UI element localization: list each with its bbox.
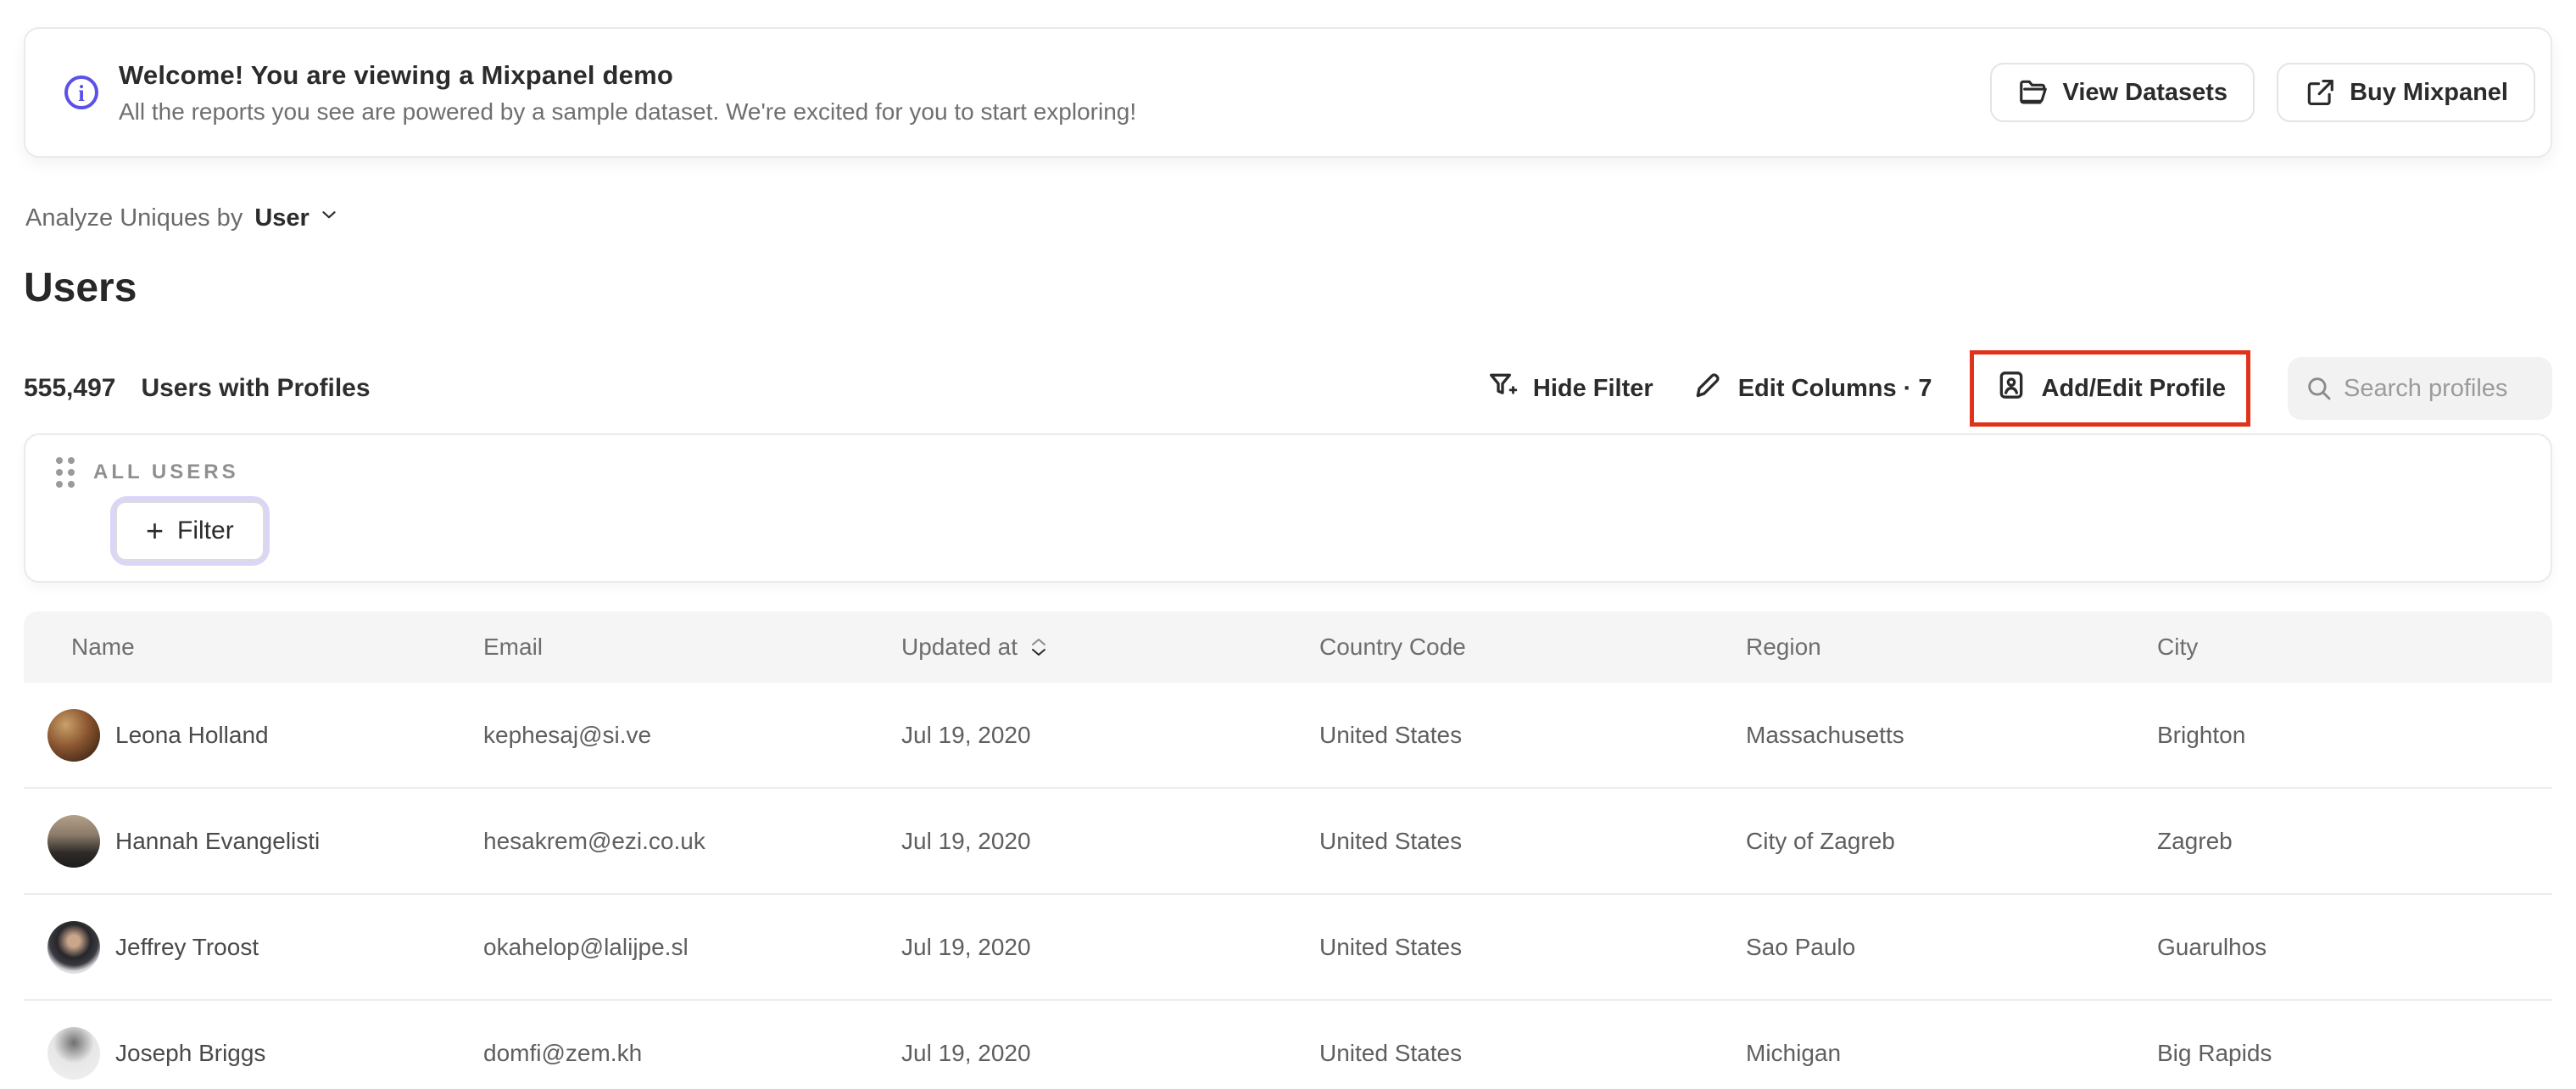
- user-country: United States: [1319, 1039, 1463, 1066]
- user-name: Hannah Evangelisti: [115, 827, 321, 854]
- profile-count-summary: 555,497 Users with Profiles: [24, 374, 371, 403]
- user-region: Sao Paulo: [1746, 933, 1856, 960]
- user-email: kephesaj@si.ve: [483, 721, 652, 748]
- avatar: [47, 1026, 100, 1080]
- user-email: hesakrem@ezi.co.uk: [483, 827, 705, 854]
- table-row[interactable]: Jeffrey Troost okahelop@lalijpe.sl Jul 1…: [24, 895, 2552, 1001]
- user-updated-at: Jul 19, 2020: [901, 827, 1031, 854]
- pencil-icon: [1691, 368, 1725, 409]
- user-city: Brighton: [2157, 721, 2246, 748]
- banner-title: Welcome! You are viewing a Mixpanel demo: [119, 59, 674, 90]
- user-country: United States: [1319, 827, 1463, 854]
- add-filter-button[interactable]: + Filter: [115, 501, 265, 561]
- table-row[interactable]: Joseph Briggs domfi@zem.kh Jul 19, 2020 …: [24, 1001, 2552, 1089]
- analyze-uniques-row: Analyze Uniques by User: [25, 204, 2576, 232]
- user-city: Zagreb: [2157, 827, 2233, 854]
- column-header-name[interactable]: Name: [24, 634, 483, 661]
- column-header-country-code[interactable]: Country Code: [1319, 634, 1746, 661]
- plus-icon: +: [146, 513, 164, 548]
- user-updated-at: Jul 19, 2020: [901, 721, 1031, 748]
- user-country: United States: [1319, 721, 1463, 748]
- buy-mixpanel-button[interactable]: Buy Mixpanel: [2277, 63, 2535, 122]
- avatar: [47, 814, 100, 868]
- column-header-email[interactable]: Email: [483, 634, 901, 661]
- demo-banner: i Welcome! You are viewing a Mixpanel de…: [24, 27, 2552, 158]
- chevron-down-icon[interactable]: [309, 204, 340, 232]
- add-edit-profile-label: Add/Edit Profile: [2041, 374, 2227, 402]
- banner-subtitle: All the reports you see are powered by a…: [119, 98, 1137, 125]
- user-region: Massachusetts: [1746, 721, 1904, 748]
- user-updated-at: Jul 19, 2020: [901, 1039, 1031, 1066]
- table-header-row: Name Email Updated at Country Code Regio…: [24, 612, 2552, 683]
- column-header-region[interactable]: Region: [1746, 634, 2157, 661]
- user-country: United States: [1319, 933, 1463, 960]
- edit-columns-button[interactable]: Edit Columns · 7: [1691, 368, 1932, 409]
- avatar: [47, 708, 100, 762]
- table-row[interactable]: Hannah Evangelisti hesakrem@ezi.co.uk Ju…: [24, 789, 2552, 895]
- view-datasets-label: View Datasets: [2062, 78, 2228, 106]
- column-header-updated-at[interactable]: Updated at: [901, 634, 1319, 661]
- analyze-uniques-selector[interactable]: User: [254, 204, 309, 232]
- table-toolbar: Hide Filter Edit Columns · 7 Add/Edit Pr…: [1486, 350, 2552, 427]
- user-city: Big Rapids: [2157, 1039, 2272, 1066]
- avatar: [47, 920, 100, 974]
- hide-filter-label: Hide Filter: [1532, 374, 1653, 402]
- sort-icon[interactable]: [1031, 637, 1046, 657]
- banner-text: Welcome! You are viewing a Mixpanel demo…: [119, 60, 1990, 126]
- drag-handle-icon[interactable]: [56, 457, 75, 488]
- edit-columns-label: Edit Columns · 7: [1737, 374, 1932, 402]
- user-name: Joseph Briggs: [115, 1039, 266, 1066]
- folder-icon: [2017, 76, 2049, 109]
- banner-actions: View Datasets Buy Mixpanel: [1989, 63, 2535, 122]
- column-header-city[interactable]: City: [2157, 634, 2552, 661]
- add-edit-profile-button[interactable]: Add/Edit Profile: [1994, 368, 2227, 409]
- profile-card-icon: [1994, 368, 2028, 409]
- user-name: Leona Holland: [115, 721, 269, 748]
- add-filter-label: Filter: [177, 517, 234, 544]
- group-label: ALL USERS: [93, 461, 239, 483]
- user-email: okahelop@lalijpe.sl: [483, 933, 689, 960]
- filter-button-focus-ring: + Filter: [110, 496, 270, 566]
- user-updated-at: Jul 19, 2020: [901, 933, 1031, 960]
- add-edit-profile-highlight: Add/Edit Profile: [1969, 350, 2250, 427]
- filter-panel-header: ALL USERS: [56, 457, 2551, 488]
- profile-count: 555,497: [24, 374, 116, 402]
- user-city: Guarulhos: [2157, 933, 2267, 960]
- user-region: Michigan: [1746, 1039, 1842, 1066]
- profiles-table: Name Email Updated at Country Code Regio…: [24, 612, 2552, 1089]
- profile-count-label: Users with Profiles: [141, 374, 371, 402]
- user-name: Jeffrey Troost: [115, 933, 259, 960]
- buy-mixpanel-label: Buy Mixpanel: [2350, 78, 2508, 106]
- external-link-icon: [2304, 76, 2336, 109]
- page-title: Users: [24, 265, 137, 310]
- search-profiles-box: [2288, 357, 2552, 420]
- view-datasets-button[interactable]: View Datasets: [1989, 63, 2255, 122]
- hide-filter-button[interactable]: Hide Filter: [1486, 368, 1653, 409]
- filter-panel: ALL USERS + Filter: [24, 433, 2552, 583]
- analyze-uniques-label: Analyze Uniques by: [25, 204, 243, 232]
- table-row[interactable]: Leona Holland kephesaj@si.ve Jul 19, 202…: [24, 683, 2552, 789]
- info-icon: i: [64, 75, 98, 109]
- filter-funnel-icon: [1486, 368, 1519, 409]
- user-email: domfi@zem.kh: [483, 1039, 643, 1066]
- stats-toolbar: 555,497 Users with Profiles Hide Filter …: [24, 350, 2552, 427]
- user-region: City of Zagreb: [1746, 827, 1895, 854]
